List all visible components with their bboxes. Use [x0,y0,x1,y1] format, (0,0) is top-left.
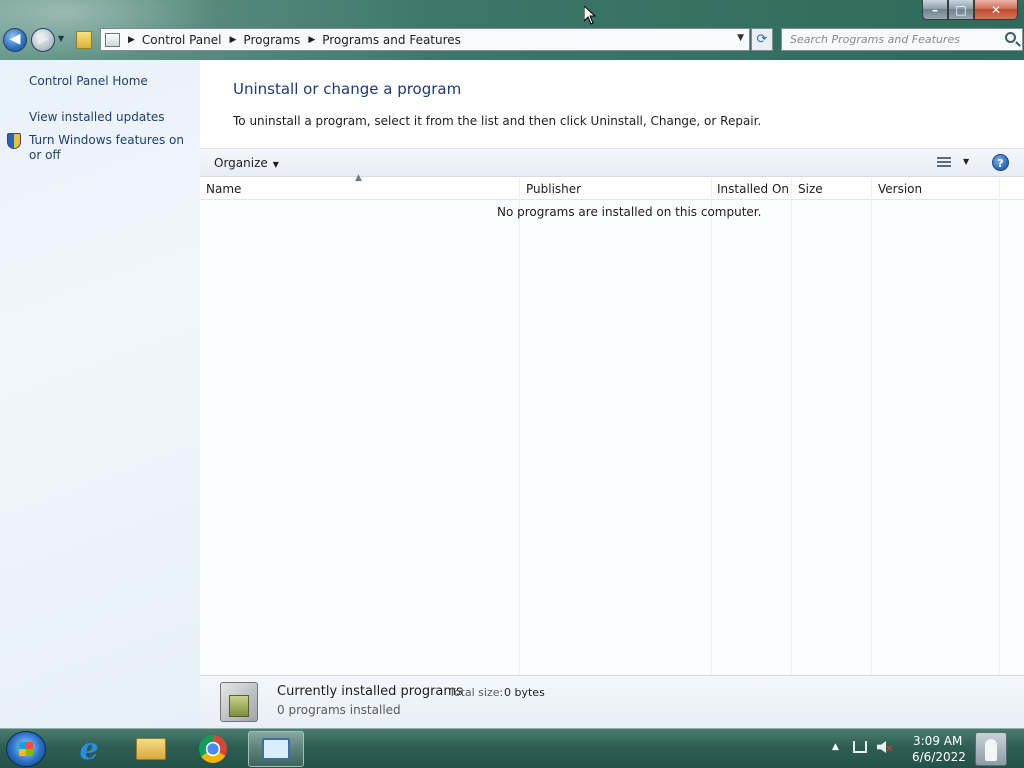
column-divider[interactable] [791,178,792,675]
refresh-button[interactable]: ⟳ [751,28,773,51]
column-version[interactable]: Version [878,182,922,196]
organize-label: Organize [214,156,268,170]
show-hidden-icons[interactable]: ▲ [832,742,839,752]
column-name[interactable]: Name [206,182,241,196]
window-titlebar: – □ ✕ ◀ ▶ ▼ ▶ Control Panel ▶ Programs ▶… [0,0,1024,60]
column-divider[interactable] [871,178,872,675]
mute-x-icon: ✕ [885,744,894,755]
details-title: Currently installed programs [277,684,463,699]
windows-features-link[interactable]: Turn Windows features on or off [29,133,189,163]
back-arrow-icon: ◀ [9,31,21,47]
windows-explorer-icon[interactable] [125,731,177,767]
search-icon[interactable] [1005,32,1016,43]
forward-button[interactable]: ▶ [31,28,55,52]
total-size-label: Total size: [449,686,504,699]
close-button[interactable]: ✕ [974,0,1018,20]
search-box[interactable] [781,28,1023,51]
forward-arrow-icon: ▶ [37,31,49,47]
recent-pages-dropdown[interactable]: ▼ [58,34,64,43]
column-divider[interactable] [711,178,712,675]
empty-list-message: No programs are installed on this comput… [497,205,762,219]
clock-time[interactable]: 3:09 AM [913,734,962,748]
program-list[interactable]: ▲ Name Publisher Installed On Size Versi… [200,173,1024,675]
search-input[interactable] [790,33,1000,46]
maximize-button[interactable]: □ [948,0,974,20]
internet-explorer-icon[interactable]: e [63,731,115,767]
breadcrumb-separator-icon[interactable]: ▶ [128,35,135,45]
task-pane: Control Panel Home View installed update… [0,60,200,728]
folder-up-icon[interactable] [76,31,92,49]
change-view-icon[interactable] [937,157,951,167]
chrome-logo [199,735,227,763]
start-button[interactable] [6,731,46,767]
control-panel-taskbar-button[interactable] [248,731,304,767]
sort-ascending-icon: ▲ [355,173,362,183]
window-controls: – □ ✕ [922,0,1018,20]
ie-logo: e [79,731,99,767]
minimize-button[interactable]: – [922,0,948,20]
details-pane: Currently installed programs Total size:… [200,675,1024,728]
network-icon[interactable] [853,741,867,753]
control-panel-icon [105,32,120,47]
column-header-row: ▲ Name Publisher Installed On Size Versi… [200,173,1024,200]
organize-button[interactable]: Organize ▼ [214,156,279,170]
column-divider[interactable] [999,178,1000,675]
main-content: Uninstall or change a program To uninsta… [200,60,1024,728]
installer-package-icon [220,682,258,722]
page-instructions: To uninstall a program, select it from t… [233,114,762,128]
address-bar[interactable]: ▶ Control Panel ▶ Programs ▶ Programs an… [100,28,750,51]
control-panel-icon [262,738,290,760]
view-installed-updates-link[interactable]: View installed updates [29,110,165,125]
breadcrumb-separator-icon[interactable]: ▶ [230,35,237,45]
taskbar: e ▲ ✕ 3:09 AM 6/6/2022 [0,728,1024,768]
address-dropdown-icon[interactable]: ▼ [737,33,744,43]
help-icon[interactable]: ? [992,154,1009,171]
column-size[interactable]: Size [798,182,823,196]
chevron-down-icon: ▼ [272,160,279,169]
shield-icon [7,133,21,149]
view-options-dropdown-icon[interactable]: ▼ [963,157,969,166]
clock-date[interactable]: 6/6/2022 [912,750,966,764]
breadcrumb-separator-icon[interactable]: ▶ [308,35,315,45]
breadcrumb-programs[interactable]: Programs [243,33,300,47]
user-account-icon[interactable] [975,732,1007,766]
folder-icon [136,738,166,760]
column-divider[interactable] [519,178,520,675]
page-title: Uninstall or change a program [233,80,462,98]
back-button[interactable]: ◀ [3,28,27,52]
programs-count: 0 programs installed [277,703,401,717]
control-panel-home-link[interactable]: Control Panel Home [29,74,148,89]
breadcrumb-programs-and-features[interactable]: Programs and Features [322,33,461,47]
column-installed-on[interactable]: Installed On [717,182,789,196]
command-bar: Organize ▼ ▼ ? [200,148,1024,177]
total-size-value: 0 bytes [504,686,545,699]
chrome-icon[interactable] [187,731,239,767]
column-publisher[interactable]: Publisher [526,182,581,196]
breadcrumb-control-panel[interactable]: Control Panel [142,33,222,47]
